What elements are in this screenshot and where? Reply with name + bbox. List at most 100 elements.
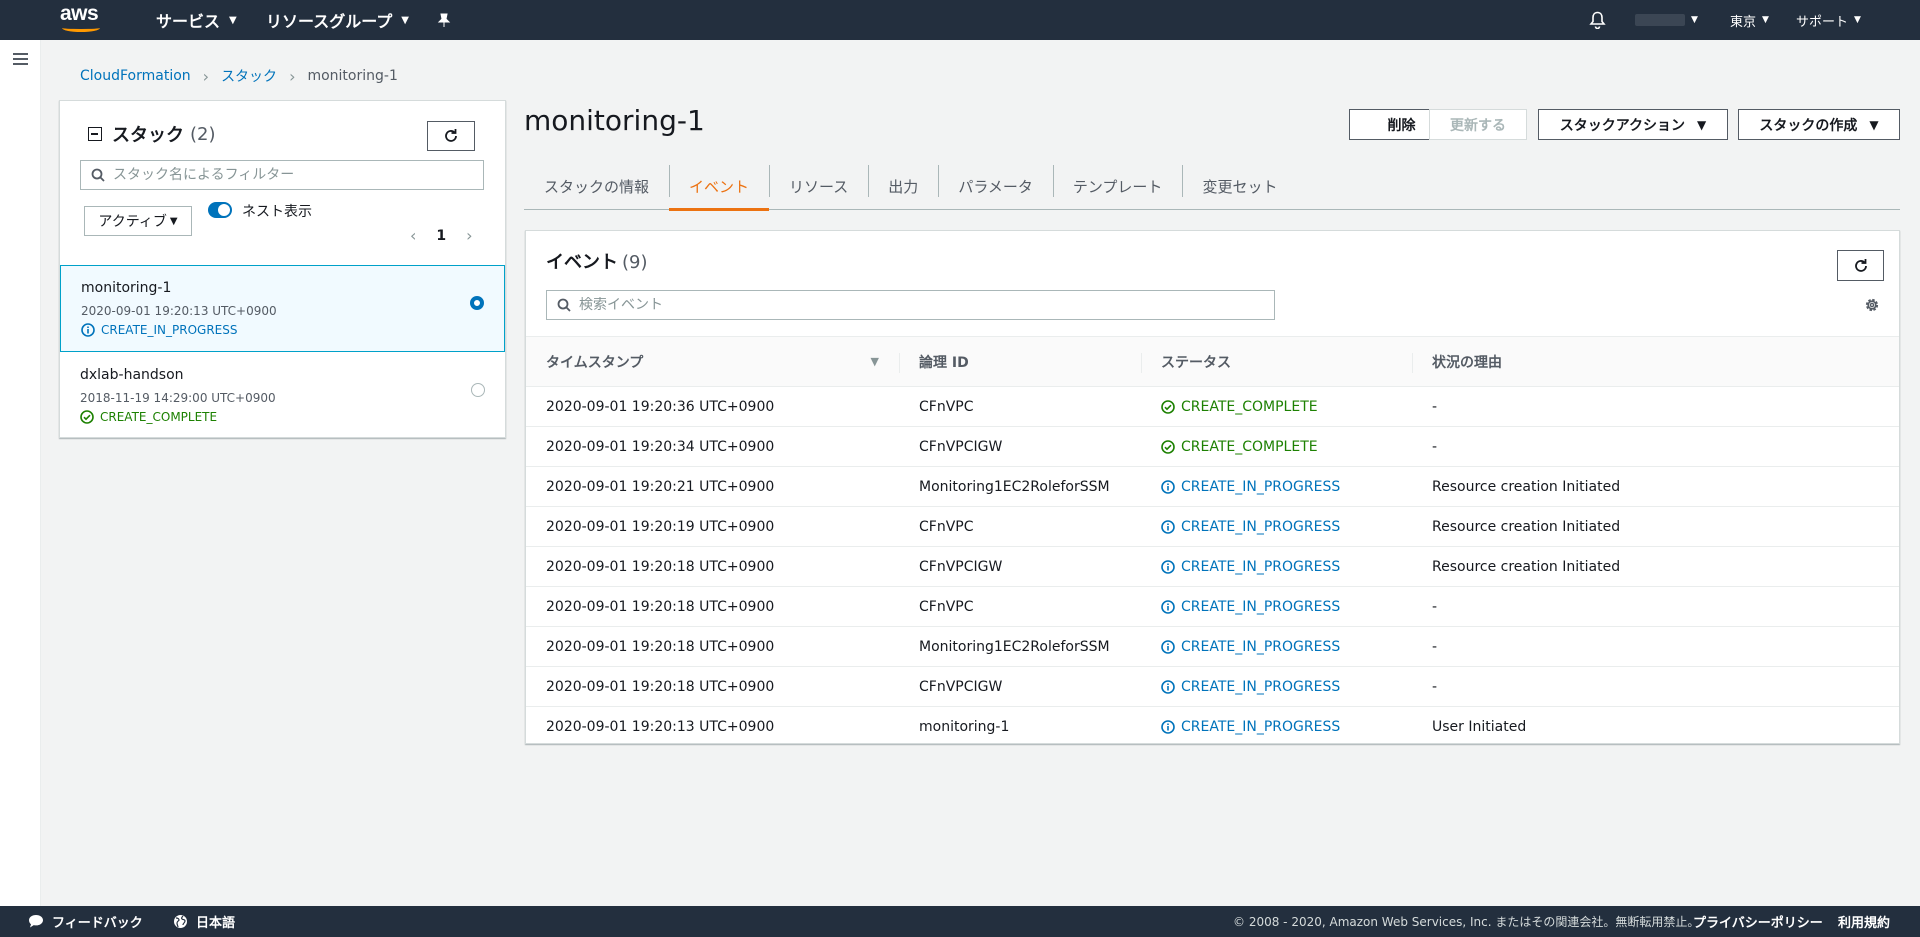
event-status-label: CREATE_IN_PROGRESS	[1181, 678, 1341, 695]
tab-parameters[interactable]: パラメータ	[938, 163, 1053, 210]
services-menu[interactable]: サービス ▼	[156, 0, 237, 40]
column-timestamp-label: タイムスタンプ	[546, 354, 644, 371]
event-timestamp: 2020-09-01 19:20:18 UTC+0900	[526, 586, 899, 627]
tab-stack-info[interactable]: スタックの情報	[524, 163, 669, 210]
event-status-label: CREATE_IN_PROGRESS	[1181, 478, 1341, 495]
stack-status-label: CREATE_COMPLETE	[100, 410, 218, 424]
stack-filter-field[interactable]	[80, 160, 484, 190]
hamburger-menu-icon[interactable]	[13, 53, 28, 66]
events-refresh-button[interactable]	[1837, 250, 1884, 281]
stack-item-monitoring-1[interactable]: monitoring-1 2020-09-01 19:20:13 UTC+090…	[60, 265, 505, 352]
sort-descending-icon[interactable]: ▼	[871, 355, 879, 368]
previous-page-icon[interactable]: ‹	[410, 226, 416, 245]
terms-link[interactable]: 利用規約	[1838, 906, 1890, 937]
event-timestamp: 2020-09-01 19:20:18 UTC+0900	[526, 546, 899, 587]
region-menu[interactable]: 東京 ▼	[1730, 0, 1769, 40]
terms-label: 利用規約	[1838, 916, 1891, 931]
pin-button[interactable]	[437, 0, 451, 40]
privacy-policy-link[interactable]: プライバシーポリシー	[1693, 906, 1823, 937]
success-status-icon	[1161, 439, 1175, 454]
events-panel: イベント(9) タイムスタンプ ▼ 論理 ID ステータス 状況の理由 2020-…	[525, 230, 1900, 744]
event-status-label: CREATE_IN_PROGRESS	[1181, 518, 1341, 535]
stack-actions-button[interactable]: スタックアクション ▼	[1538, 109, 1728, 140]
account-menu[interactable]: ▼	[1635, 0, 1698, 40]
gear-icon[interactable]	[1863, 296, 1881, 314]
event-reason: -	[1412, 666, 1899, 707]
copyright-text: © 2008 - 2020, Amazon Web Services, Inc.…	[1233, 915, 1700, 929]
privacy-policy-label: プライバシーポリシー	[1693, 916, 1823, 931]
info-status-icon	[1161, 719, 1175, 734]
event-logical-id: CFnVPC	[899, 506, 1141, 547]
event-reason: Resource creation Initiated	[1412, 506, 1899, 547]
search-icon	[557, 298, 571, 312]
event-logical-id: CFnVPC	[899, 586, 1141, 627]
event-status-label: CREATE_IN_PROGRESS	[1181, 598, 1341, 615]
stack-select-radio[interactable]	[470, 296, 484, 310]
table-row: 2020-09-01 19:20:18 UTC+0900 CFnVPCIGW C…	[526, 546, 1899, 587]
stack-select-radio[interactable]	[471, 383, 485, 397]
event-status-label: CREATE_COMPLETE	[1181, 438, 1318, 455]
stack-status-filter-select[interactable]: アクティブ ▼	[84, 206, 192, 236]
events-count: (9)	[622, 252, 648, 273]
aws-logo[interactable]: aws	[60, 3, 104, 36]
column-status-reason-label: 状況の理由	[1432, 354, 1502, 371]
nested-view-toggle[interactable]	[208, 202, 232, 218]
events-search-input[interactable]	[579, 297, 1274, 313]
refresh-icon	[1854, 258, 1867, 272]
event-status-label: CREATE_COMPLETE	[1181, 398, 1318, 415]
column-timestamp[interactable]: タイムスタンプ ▼	[526, 336, 899, 387]
chevron-right-icon: ›	[289, 66, 296, 86]
info-status-icon	[1161, 519, 1175, 534]
event-status: CREATE_COMPLETE	[1141, 386, 1412, 427]
stack-detail-tabs: スタックの情報 イベント リソース 出力 パラメータ テンプレート 変更セット	[524, 163, 1900, 211]
collapse-icon[interactable]	[88, 127, 102, 141]
column-status-reason[interactable]: 状況の理由	[1412, 336, 1899, 387]
account-name-redacted	[1635, 14, 1685, 26]
current-page-number[interactable]: 1	[436, 228, 446, 244]
create-stack-button[interactable]: スタックの作成 ▼	[1738, 109, 1900, 140]
info-status-icon	[1161, 599, 1175, 614]
events-search-field[interactable]	[546, 290, 1275, 320]
language-selector[interactable]: 日本語	[173, 906, 235, 937]
breadcrumb-stacks[interactable]: スタック	[221, 66, 277, 86]
tab-template[interactable]: テンプレート	[1052, 163, 1183, 210]
tab-outputs[interactable]: 出力	[868, 163, 938, 210]
update-button[interactable]: 更新する	[1429, 109, 1527, 140]
stack-filter-input[interactable]	[113, 167, 483, 183]
search-icon	[91, 168, 105, 182]
stacks-refresh-button[interactable]	[427, 121, 475, 151]
notifications-button[interactable]	[1589, 0, 1606, 40]
stack-status: CREATE_IN_PROGRESS	[81, 323, 237, 337]
stack-status-filter-label: アクティブ	[98, 214, 167, 230]
tab-resources[interactable]: リソース	[769, 163, 868, 210]
stack-name: dxlab-handson	[80, 367, 184, 383]
event-reason: -	[1412, 586, 1899, 627]
table-row: 2020-09-01 19:20:36 UTC+0900 CFnVPC CREA…	[526, 386, 1899, 427]
side-navigation-rail	[0, 40, 41, 906]
table-row: 2020-09-01 19:20:34 UTC+0900 CFnVPCIGW C…	[526, 426, 1899, 467]
breadcrumb-cloudformation[interactable]: CloudFormation	[80, 68, 191, 84]
tab-events[interactable]: イベント	[669, 163, 770, 211]
chevron-down-icon: ▼	[1691, 15, 1698, 25]
event-reason: Resource creation Initiated	[1412, 546, 1899, 587]
stack-status: CREATE_COMPLETE	[80, 410, 217, 424]
stack-item-dxlab-handson[interactable]: dxlab-handson 2018-11-19 14:29:00 UTC+09…	[60, 353, 505, 440]
language-label: 日本語	[196, 916, 236, 931]
feedback-link[interactable]: フィードバック	[28, 906, 143, 937]
resource-groups-menu[interactable]: リソースグループ ▼	[266, 0, 409, 40]
stacks-count: (2)	[190, 123, 216, 145]
event-timestamp: 2020-09-01 19:20:34 UTC+0900	[526, 426, 899, 467]
next-page-icon[interactable]: ›	[466, 226, 472, 245]
tab-change-sets[interactable]: 変更セット	[1182, 163, 1297, 210]
success-status-icon	[80, 410, 94, 424]
column-status[interactable]: ステータス	[1141, 336, 1412, 387]
stack-actions-label: スタックアクション	[1559, 117, 1686, 134]
stack-status-label: CREATE_IN_PROGRESS	[101, 323, 238, 337]
column-logical-id[interactable]: 論理 ID	[899, 336, 1141, 387]
event-status: CREATE_IN_PROGRESS	[1141, 707, 1412, 747]
column-logical-id-label: 論理 ID	[919, 354, 969, 371]
event-reason: -	[1412, 426, 1899, 467]
info-status-icon	[1161, 559, 1175, 574]
support-menu[interactable]: サポート ▼	[1796, 0, 1861, 40]
pin-icon	[437, 13, 451, 27]
